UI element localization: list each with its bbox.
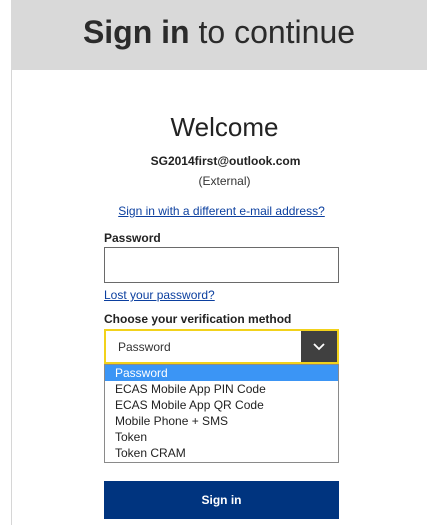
option-token-cram[interactable]: Token CRAM: [105, 445, 338, 461]
verification-method-select[interactable]: Password: [104, 329, 339, 364]
option-ecas-qr[interactable]: ECAS Mobile App QR Code: [105, 397, 338, 413]
chevron-down-icon: [313, 342, 325, 350]
option-ecas-pin[interactable]: ECAS Mobile App PIN Code: [105, 381, 338, 397]
dropdown-toggle-button[interactable]: [301, 331, 337, 362]
password-label: Password: [104, 231, 161, 245]
password-field[interactable]: [104, 247, 339, 283]
sign-in-button[interactable]: Sign in: [104, 481, 339, 519]
page-header: Sign in to continue: [11, 0, 427, 70]
welcome-heading: Welcome: [170, 112, 279, 142]
account-type: (External): [198, 174, 251, 188]
option-token[interactable]: Token: [105, 429, 338, 445]
verification-method-options: Password ECAS Mobile App PIN Code ECAS M…: [104, 364, 339, 463]
page-title-bold: Sign in: [82, 13, 190, 50]
verification-method-label: Choose your verification method: [104, 312, 292, 326]
verification-method-value: Password: [118, 340, 171, 354]
lost-password-link[interactable]: Lost your password?: [104, 288, 215, 302]
different-email-link[interactable]: Sign in with a different e-mail address?: [0, 204, 427, 218]
account-email: SG2014first@outlook.com: [150, 154, 301, 168]
option-password[interactable]: Password: [105, 365, 338, 381]
page-title: Sign in to continue: [83, 14, 355, 51]
option-mobile-sms[interactable]: Mobile Phone + SMS: [105, 413, 338, 429]
page-title-rest: to continue: [198, 13, 356, 50]
